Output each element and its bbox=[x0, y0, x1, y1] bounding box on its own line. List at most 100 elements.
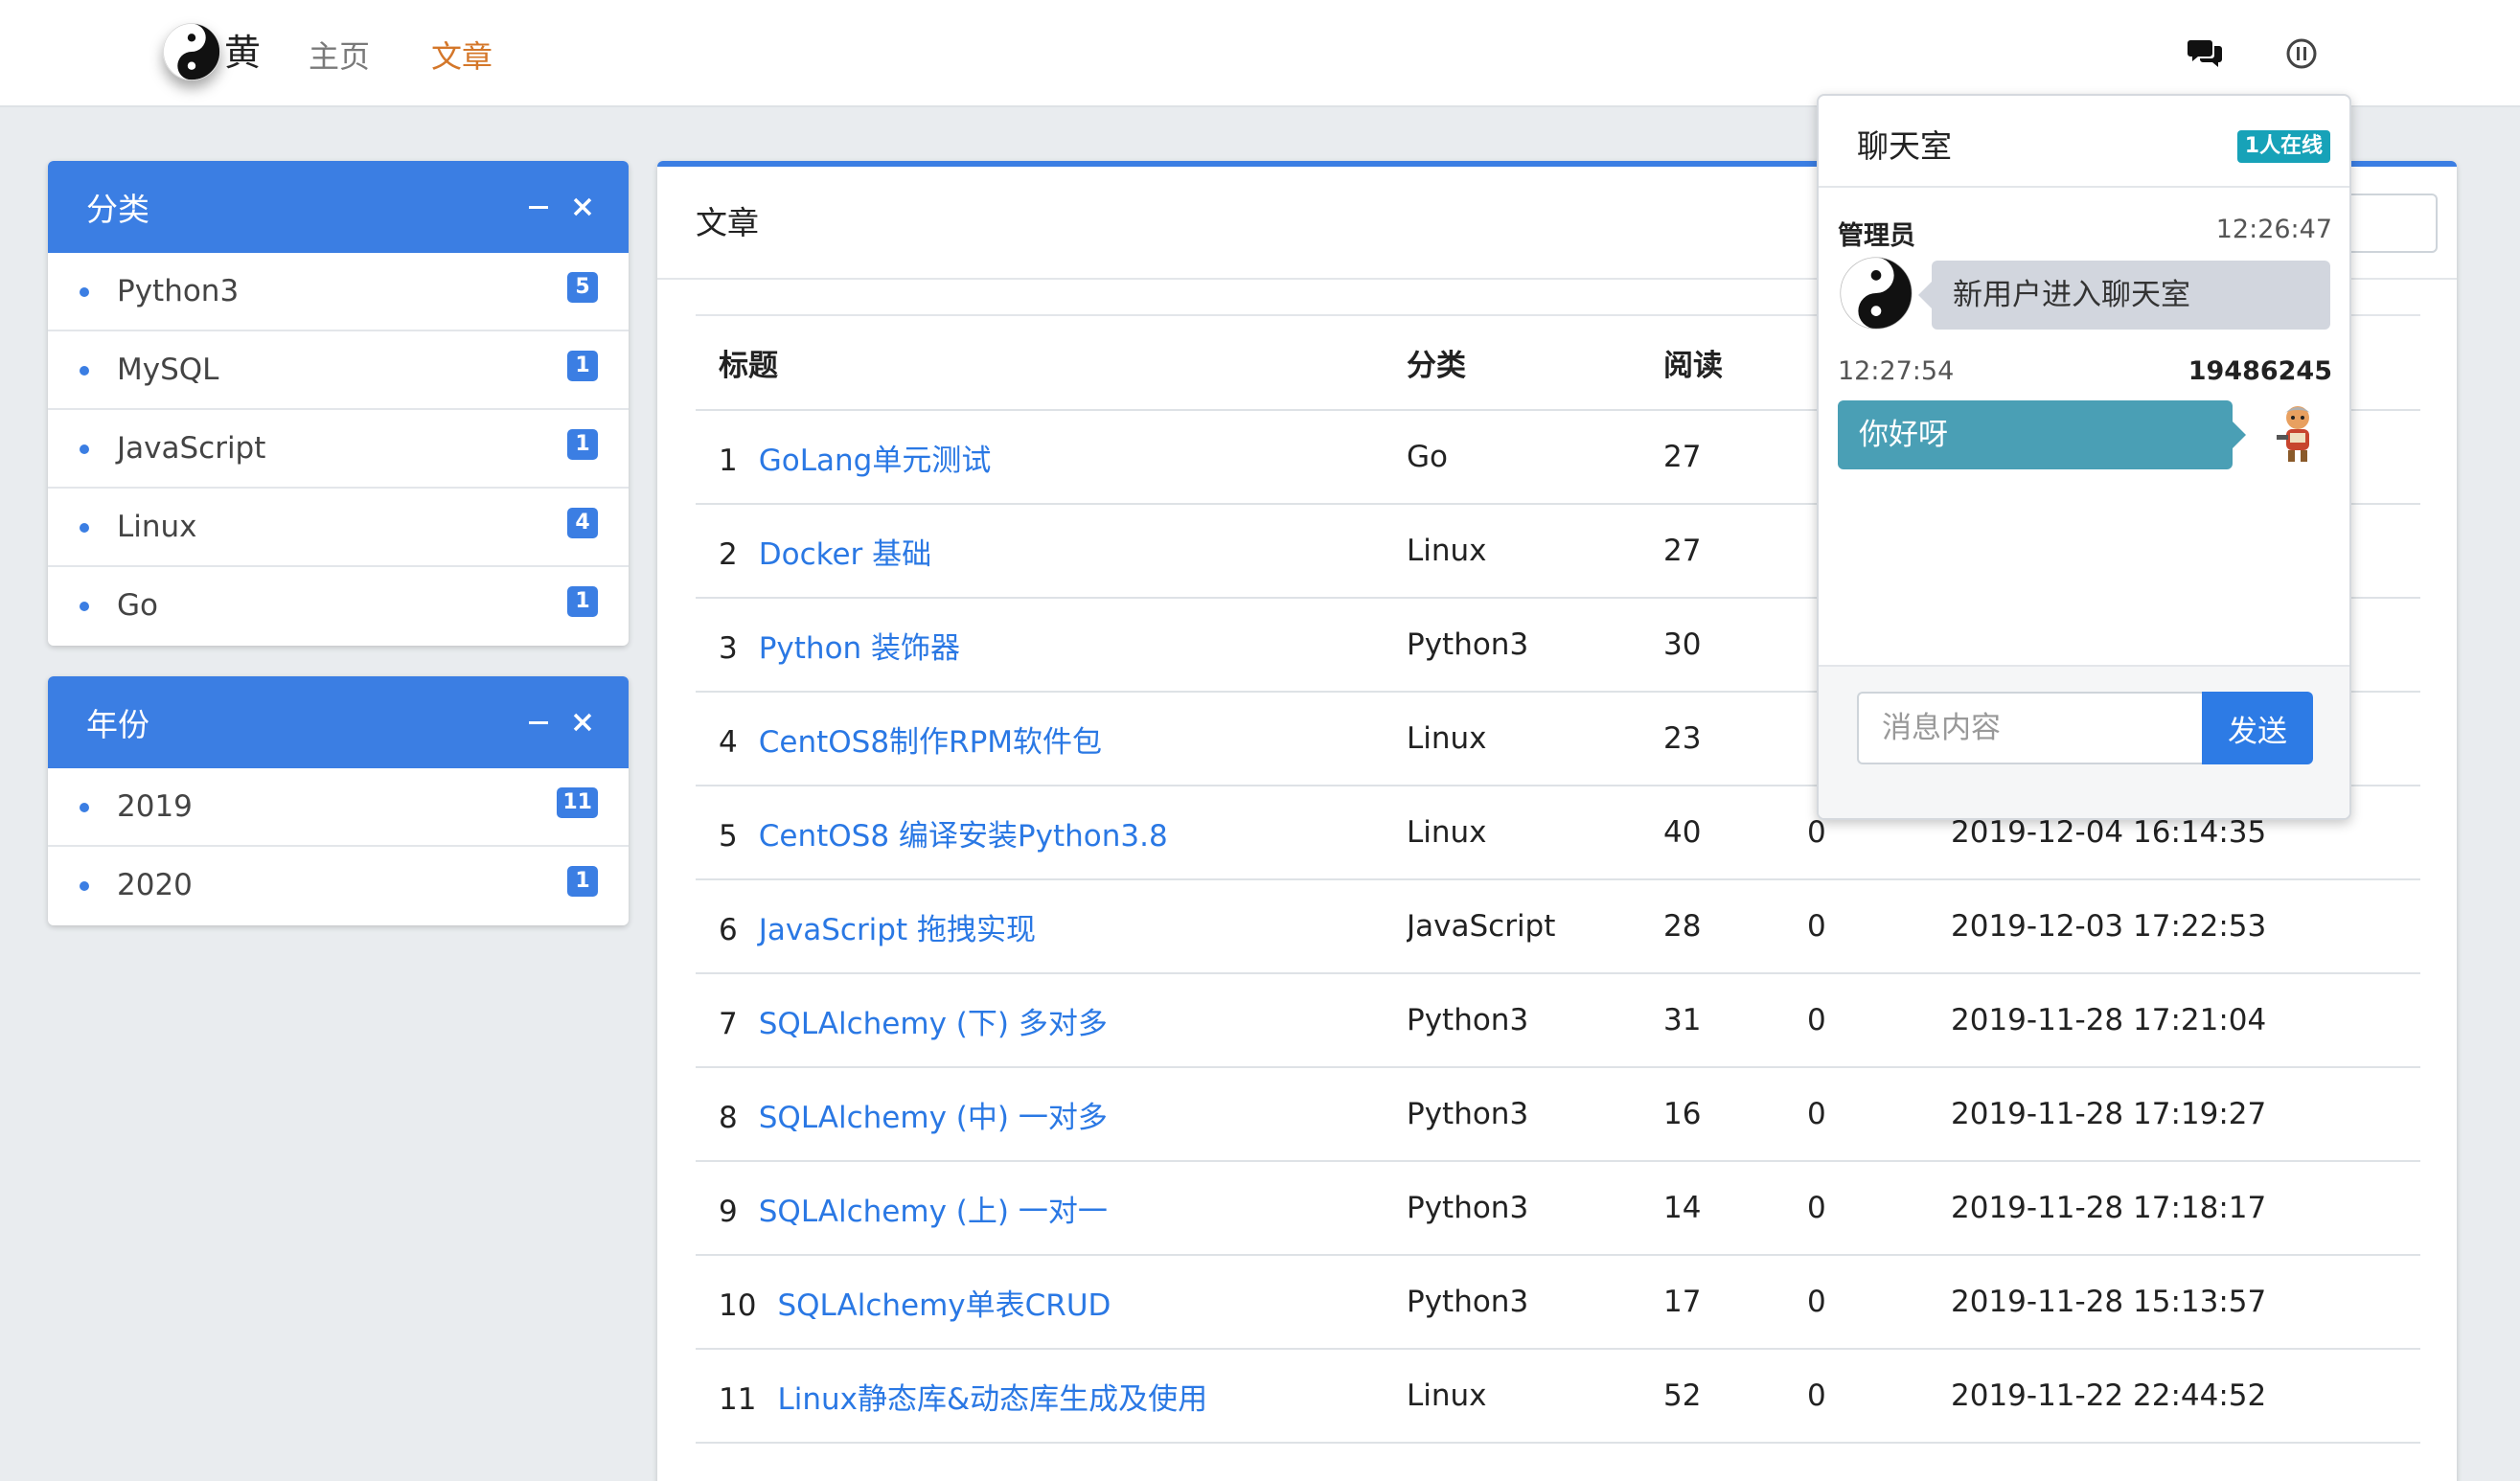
cell-comments: 0 bbox=[1807, 879, 1951, 974]
cell-reads: 30 bbox=[1663, 598, 1807, 693]
articles-title: 文章 bbox=[696, 204, 759, 241]
header-category[interactable]: 分类 bbox=[1407, 316, 1663, 411]
nav-link-home[interactable]: 主页 bbox=[309, 33, 370, 77]
top-navbar: 黄 主页 文章 bbox=[0, 0, 2520, 107]
cell-title: 7 SQLAlchemy (下) 多对多 bbox=[696, 973, 1407, 1068]
close-icon[interactable] bbox=[569, 709, 596, 736]
row-index: 11 bbox=[719, 1381, 757, 1417]
count-badge: 1 bbox=[567, 866, 598, 897]
article-title-link[interactable]: SQLAlchemy (上) 一对一 bbox=[759, 1195, 1108, 1229]
category-label[interactable]: JavaScript bbox=[117, 431, 265, 466]
table-row[interactable]: 11 Linux静态库&动态库生成及使用 Linux 52 0 2019-11-22 22… bbox=[696, 1349, 2420, 1444]
table-row[interactable]: 6 JavaScript 拖拽实现 JavaScript 28 0 2019-12-03 … bbox=[696, 879, 2420, 974]
cell-comments: 0 bbox=[1807, 1255, 1951, 1350]
row-index: 5 bbox=[719, 818, 738, 854]
bullet-icon bbox=[80, 366, 89, 376]
brand-name[interactable]: 黄 bbox=[224, 23, 261, 76]
cell-date: 2019-11-28 17:18:17 bbox=[1951, 1161, 2420, 1256]
minimize-icon[interactable] bbox=[525, 709, 552, 736]
chat-header: 聊天室 1人在线 bbox=[1819, 96, 2349, 188]
category-label[interactable]: MySQL bbox=[117, 353, 218, 387]
article-title-link[interactable]: CentOS8 编译安装Python3.8 bbox=[759, 819, 1168, 854]
minimize-icon[interactable] bbox=[525, 194, 552, 220]
cell-category: Linux bbox=[1407, 504, 1663, 599]
cell-title: 4 CentOS8制作RPM软件包 bbox=[696, 692, 1407, 786]
article-title-link[interactable]: SQLAlchemy (下) 多对多 bbox=[759, 1007, 1108, 1041]
article-title-link[interactable]: JavaScript 拖拽实现 bbox=[759, 913, 1036, 947]
nav-link-articles[interactable]: 文章 bbox=[431, 33, 493, 77]
message-timestamp: 12:27:54 bbox=[1838, 356, 1955, 386]
table-row[interactable]: 10 SQLAlchemy单表CRUD Python3 17 0 2019-11-28 1… bbox=[696, 1255, 2420, 1350]
online-count-badge: 1人在线 bbox=[2236, 130, 2330, 163]
category-item-javascript[interactable]: JavaScript 1 bbox=[48, 410, 629, 489]
cell-category: Python3 bbox=[1407, 598, 1663, 693]
article-title-link[interactable]: GoLang单元测试 bbox=[759, 444, 992, 478]
category-label[interactable]: Linux bbox=[117, 510, 197, 544]
cell-reads: 27 bbox=[1663, 504, 1807, 599]
cell-title: 11 Linux静态库&动态库生成及使用 bbox=[696, 1349, 1407, 1444]
article-title-link[interactable]: Python 装饰器 bbox=[759, 631, 960, 666]
category-label[interactable]: Python3 bbox=[117, 274, 239, 308]
year-item-2020[interactable]: 2020 1 bbox=[48, 847, 629, 925]
close-icon[interactable] bbox=[569, 194, 596, 220]
cell-comments: 0 bbox=[1807, 973, 1951, 1068]
year-label[interactable]: 2019 bbox=[117, 789, 193, 824]
category-item-python3[interactable]: Python3 5 bbox=[48, 253, 629, 331]
cell-title: 3 Python 装饰器 bbox=[696, 598, 1407, 693]
row-index: 10 bbox=[719, 1287, 757, 1323]
row-index: 9 bbox=[719, 1194, 738, 1229]
message-timestamp: 12:26:47 bbox=[2215, 215, 2332, 244]
table-row[interactable]: 7 SQLAlchemy (下) 多对多 Python3 31 0 2019-11-28 … bbox=[696, 973, 2420, 1068]
category-item-mysql[interactable]: MySQL 1 bbox=[48, 331, 629, 410]
bullet-icon bbox=[80, 881, 89, 891]
message-sender-name: 19486245 bbox=[2188, 356, 2332, 386]
article-title-link[interactable]: SQLAlchemy单表CRUD bbox=[777, 1288, 1111, 1323]
bullet-icon bbox=[80, 287, 89, 297]
table-row[interactable]: 9 SQLAlchemy (上) 一对一 Python3 14 0 2019-11-28 … bbox=[696, 1161, 2420, 1256]
pause-circle-icon[interactable] bbox=[2282, 34, 2321, 73]
article-title-link[interactable]: Linux静态库&动态库生成及使用 bbox=[777, 1382, 1207, 1417]
count-badge: 4 bbox=[567, 508, 598, 538]
cell-reads: 16 bbox=[1663, 1067, 1807, 1162]
article-title-link[interactable]: Docker 基础 bbox=[759, 537, 931, 572]
cell-category: JavaScript bbox=[1407, 879, 1663, 974]
chat-message-bubble: 你好呀 bbox=[1838, 400, 2246, 469]
chat-bubbles-icon[interactable] bbox=[2187, 34, 2225, 73]
message-input[interactable] bbox=[1857, 692, 2202, 764]
cell-date: 2019-11-22 22:44:52 bbox=[1951, 1349, 2420, 1444]
bullet-icon bbox=[80, 444, 89, 454]
category-label[interactable]: Go bbox=[117, 588, 158, 623]
yin-yang-avatar-icon bbox=[1840, 257, 1913, 330]
header-title[interactable]: 标题 bbox=[696, 316, 1407, 411]
cell-category: Python3 bbox=[1407, 1255, 1663, 1350]
cell-title: 6 JavaScript 拖拽实现 bbox=[696, 879, 1407, 974]
row-index: 8 bbox=[719, 1100, 738, 1135]
cell-title: 1 GoLang单元测试 bbox=[696, 410, 1407, 505]
chat-room-popover: 聊天室 1人在线 管理员 12:26:47 新用户进入聊天室 12:27:54 … bbox=[1817, 94, 2351, 820]
cell-reads: 14 bbox=[1663, 1161, 1807, 1256]
cell-category: Linux bbox=[1407, 692, 1663, 786]
row-index: 6 bbox=[719, 912, 738, 947]
article-title-link[interactable]: CentOS8制作RPM软件包 bbox=[759, 725, 1102, 760]
cell-category: Python3 bbox=[1407, 1067, 1663, 1162]
cell-category: Python3 bbox=[1407, 973, 1663, 1068]
count-badge: 1 bbox=[567, 586, 598, 617]
bullet-icon bbox=[80, 523, 89, 533]
table-row[interactable]: 8 SQLAlchemy (中) 一对多 Python3 16 0 2019-11-28 … bbox=[696, 1067, 2420, 1162]
yin-yang-logo-icon[interactable] bbox=[163, 23, 220, 80]
year-label[interactable]: 2020 bbox=[117, 868, 193, 902]
article-title-link[interactable]: SQLAlchemy (中) 一对多 bbox=[759, 1101, 1108, 1135]
row-index: 4 bbox=[719, 724, 738, 760]
cell-comments: 0 bbox=[1807, 1161, 1951, 1256]
category-item-go[interactable]: Go 1 bbox=[48, 567, 629, 646]
cell-reads: 27 bbox=[1663, 410, 1807, 505]
row-index: 3 bbox=[719, 630, 738, 666]
year-item-2019[interactable]: 2019 11 bbox=[48, 768, 629, 847]
cell-category: Linux bbox=[1407, 1349, 1663, 1444]
category-item-linux[interactable]: Linux 4 bbox=[48, 489, 629, 567]
send-button[interactable]: 发送 bbox=[2202, 692, 2313, 764]
row-index: 1 bbox=[719, 443, 738, 478]
header-reads[interactable]: 阅读 bbox=[1663, 316, 1807, 411]
categories-card: 分类 Python3 5 MySQL 1 JavaScript 1 Linux … bbox=[48, 161, 629, 646]
years-card: 年份 2019 11 2020 1 bbox=[48, 676, 629, 925]
